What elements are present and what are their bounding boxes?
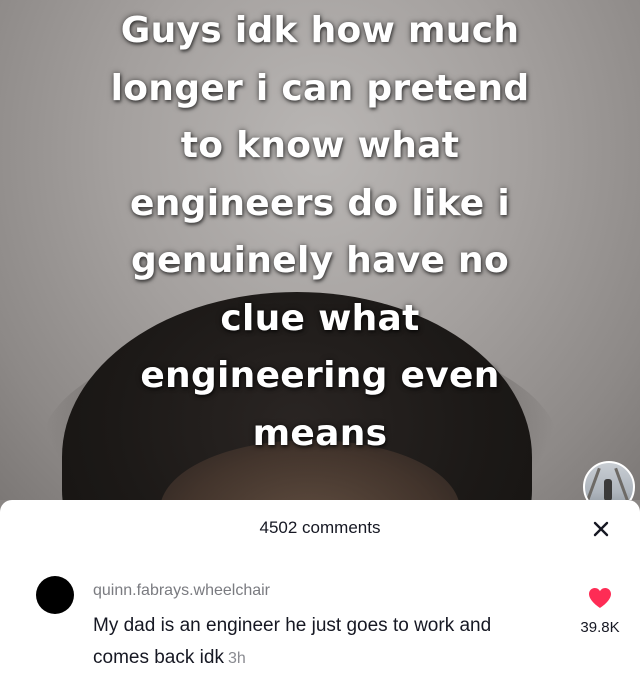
- close-button[interactable]: [586, 514, 616, 544]
- comments-count-title: 4502 comments: [259, 518, 381, 537]
- comment-item[interactable]: quinn.fabrays.wheelchair My dad is an en…: [0, 560, 640, 676]
- caption-line: to know what: [180, 125, 460, 166]
- close-icon: [593, 521, 609, 537]
- caption-line: longer i can pretend: [110, 67, 530, 109]
- video-caption: Guys idk how much longer i can pretend t…: [20, 2, 620, 462]
- caption-line: means: [252, 412, 388, 454]
- commenter-username[interactable]: quinn.fabrays.wheelchair: [93, 582, 270, 600]
- like-button[interactable]: 39.8K: [570, 586, 630, 636]
- like-count: 39.8K: [580, 619, 620, 636]
- video-frame[interactable]: Guys idk how much longer i can pretend t…: [0, 0, 640, 500]
- comment-body: My dad is an engineer he just goes to wo…: [93, 610, 533, 675]
- creator-avatar[interactable]: [583, 461, 635, 500]
- comment-text: My dad is an engineer he just goes to wo…: [93, 615, 492, 668]
- comments-panel: 4502 comments quinn.fabrays.wheelchair M…: [0, 500, 640, 676]
- commenter-avatar[interactable]: [36, 576, 74, 614]
- comment-timestamp: 3h: [227, 650, 246, 667]
- avatar-graphic: [604, 479, 612, 500]
- caption-line: genuinely have no: [131, 240, 509, 281]
- caption-line: engineering even: [140, 355, 500, 396]
- caption-line: engineers do like i: [129, 182, 510, 224]
- heart-icon: [589, 588, 611, 608]
- caption-line: Guys idk how much: [120, 10, 520, 51]
- avatar-graphic: [614, 467, 631, 500]
- avatar-graphic: [585, 467, 601, 500]
- caption-line: clue what: [220, 297, 420, 339]
